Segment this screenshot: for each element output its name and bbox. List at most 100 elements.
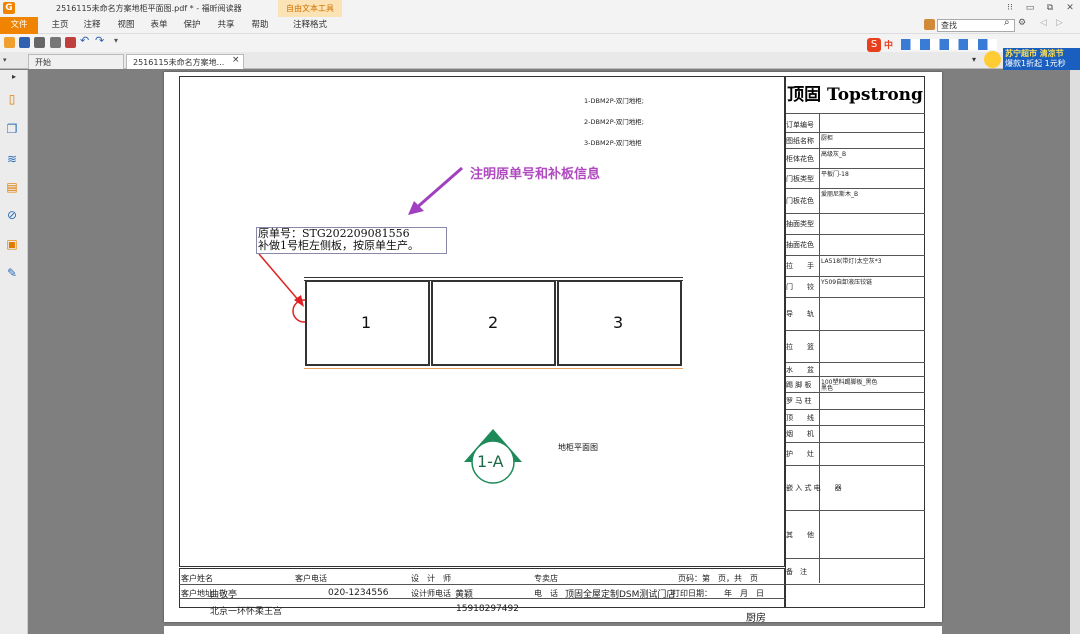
title-block-label: 抽面花色 bbox=[786, 241, 814, 249]
ad-mascot-icon[interactable] bbox=[984, 51, 1001, 68]
red-arrow bbox=[258, 253, 301, 303]
ime-tools-icon[interactable] bbox=[901, 39, 997, 50]
free-text-note[interactable]: 原单号：STG202209081556 补做1号柜左侧板，按原单生产。 bbox=[256, 227, 447, 254]
security-lock-icon[interactable]: ▣ bbox=[5, 237, 19, 251]
nav-forward-icon[interactable]: ▷ bbox=[1056, 18, 1063, 28]
purple-arrow bbox=[413, 166, 463, 212]
title-block-label: 罗 马 柱 bbox=[786, 397, 812, 405]
title-block-line bbox=[786, 558, 925, 559]
cabinet-number: 1 bbox=[361, 313, 372, 332]
cabinet-number: 2 bbox=[488, 313, 499, 332]
title-block-line bbox=[786, 148, 925, 149]
sogou-logo-icon[interactable]: S bbox=[867, 38, 881, 52]
title-block-line bbox=[786, 132, 925, 133]
menu-help[interactable]: 帮助 bbox=[244, 17, 276, 34]
ad-line1: 苏宁超市 清凉节 bbox=[1005, 49, 1064, 58]
title-block-label: 门板花色 bbox=[786, 197, 814, 205]
tab-list-icon[interactable]: ▾ bbox=[3, 56, 7, 64]
menu-view[interactable]: 视图 bbox=[110, 17, 142, 34]
title-block-line bbox=[786, 392, 925, 393]
signature-icon[interactable]: ✎ bbox=[5, 266, 19, 280]
title-block-value: 厨柜 bbox=[821, 135, 834, 142]
info-strip-line bbox=[179, 584, 785, 585]
store-name: 顶固全屋定制DSM测试门店 bbox=[565, 590, 676, 600]
title-block-value: Y509自卸液压铰链 bbox=[821, 279, 873, 286]
room-name: 厨房 bbox=[746, 613, 766, 624]
tab-close-icon[interactable]: × bbox=[232, 55, 240, 65]
redo-icon[interactable]: ↷ bbox=[95, 34, 104, 47]
menu-home[interactable]: 主页 bbox=[44, 17, 76, 34]
sogou-ime-bar[interactable]: S 中 bbox=[867, 38, 1002, 52]
menu-comment[interactable]: 注释 bbox=[76, 17, 108, 34]
menu-file[interactable]: 文件 bbox=[0, 17, 38, 34]
title-block-line bbox=[786, 297, 925, 298]
designer-phone: 15918297492 bbox=[456, 604, 519, 614]
store-label: 专卖店 bbox=[534, 574, 558, 583]
customer-name-label: 客户姓名 bbox=[181, 574, 213, 583]
attachments-icon[interactable]: ⊘ bbox=[5, 208, 19, 222]
minimize-icon[interactable]: ▭ bbox=[1023, 2, 1037, 14]
title-block-line bbox=[786, 510, 925, 511]
title-block-line bbox=[786, 442, 925, 443]
title-block-line bbox=[786, 409, 925, 410]
customer-phone-label: 客户电话 bbox=[295, 574, 327, 583]
menu-protect[interactable]: 保护 bbox=[176, 17, 208, 34]
scan-icon[interactable] bbox=[50, 37, 61, 48]
ime-mode-label[interactable]: 中 bbox=[884, 38, 893, 51]
legend-line: 3-DBM2P-双门地柜 bbox=[584, 139, 642, 147]
nav-back-icon[interactable]: ◁ bbox=[1040, 18, 1047, 28]
customize-toolbar-icon[interactable]: ▾ bbox=[114, 36, 118, 45]
close-icon[interactable]: ✕ bbox=[1063, 2, 1077, 14]
legend-line: 1-DBM2P-双门地柜; bbox=[584, 97, 645, 105]
search-icon[interactable]: ⌕ bbox=[1004, 17, 1010, 28]
tab-start[interactable]: 开始 bbox=[28, 54, 124, 69]
note-instruction: 补做1号柜左侧板，按原单生产。 bbox=[258, 239, 419, 252]
kick-board-line bbox=[304, 366, 683, 369]
annotation-label[interactable]: 注明原单号和补板信息 bbox=[470, 163, 600, 182]
title-block-value: 爱丽尼斯木_B bbox=[821, 191, 859, 198]
title-block-label: 踢 脚 板 bbox=[786, 380, 812, 389]
sidebar-expand-icon[interactable]: ▸ bbox=[12, 72, 16, 81]
title-block-line bbox=[786, 465, 925, 466]
title-block-label: 订单编号 bbox=[786, 121, 814, 129]
app-logo-icon[interactable]: G bbox=[3, 2, 15, 14]
undo-icon[interactable]: ↶ bbox=[80, 34, 89, 47]
vertical-scrollbar[interactable] bbox=[1070, 70, 1080, 634]
open-icon[interactable] bbox=[4, 37, 15, 48]
menu-comment-format[interactable]: 注释格式 bbox=[285, 17, 335, 34]
title-block-label: 嵌 入 式 电 器 bbox=[786, 484, 842, 492]
menu-form[interactable]: 表单 bbox=[143, 17, 175, 34]
ribbon-options-icon[interactable]: ⁝⁝ bbox=[1003, 2, 1017, 14]
title-block-label: 图纸名称 bbox=[786, 136, 814, 145]
page-count-label: 页码：第 页，共 页 bbox=[678, 574, 758, 583]
bookmarks-icon[interactable]: ❐ bbox=[5, 122, 19, 136]
find-icon[interactable] bbox=[924, 19, 935, 30]
ad-dropdown-icon[interactable]: ▾ bbox=[972, 55, 976, 64]
designer-phone-label: 设计师电话 bbox=[411, 589, 451, 598]
title-block-label: 柜体花色 bbox=[786, 154, 814, 163]
layers-icon[interactable]: ≋ bbox=[5, 152, 19, 166]
signer-name: 曲敬亭 bbox=[210, 590, 238, 600]
page-thumbnails-icon[interactable]: ▯ bbox=[5, 92, 19, 106]
view-title: 地柜平面图 bbox=[558, 443, 598, 452]
kick-board-sub-value: 黑色 bbox=[821, 385, 834, 392]
restore-icon[interactable]: ⧉ bbox=[1043, 2, 1057, 14]
pdf-next-page bbox=[164, 626, 942, 634]
settings-icon[interactable]: ⚙ bbox=[1018, 18, 1026, 28]
context-tab-group: 自由文本工具 bbox=[278, 0, 342, 17]
title-block-value: 平板门-18 bbox=[821, 171, 849, 178]
title-block-line bbox=[786, 213, 925, 214]
tab-document[interactable]: 2516115未命名方案地... bbox=[126, 54, 244, 69]
comments-icon[interactable]: ▤ bbox=[5, 180, 19, 194]
print-icon[interactable] bbox=[34, 37, 45, 48]
designer-label: 设 计 师 bbox=[411, 574, 451, 583]
title-block-label: 护 灶 bbox=[786, 450, 814, 458]
customer-address: 北京一环怀柔王宫 bbox=[210, 607, 283, 617]
title-block-value: 高级灰_B bbox=[821, 151, 847, 158]
ad-banner[interactable]: 苏宁超市 清凉节 爆款1折起 1元秒 bbox=[1003, 48, 1080, 70]
menu-share[interactable]: 共享 bbox=[210, 17, 242, 34]
title-block-label: 门 铰 bbox=[786, 283, 814, 291]
window-title: 2516115未命名方案地柜平面图.pdf * - 福昕阅读器 bbox=[56, 4, 242, 13]
create-icon[interactable] bbox=[65, 37, 76, 48]
save-icon[interactable] bbox=[19, 37, 30, 48]
